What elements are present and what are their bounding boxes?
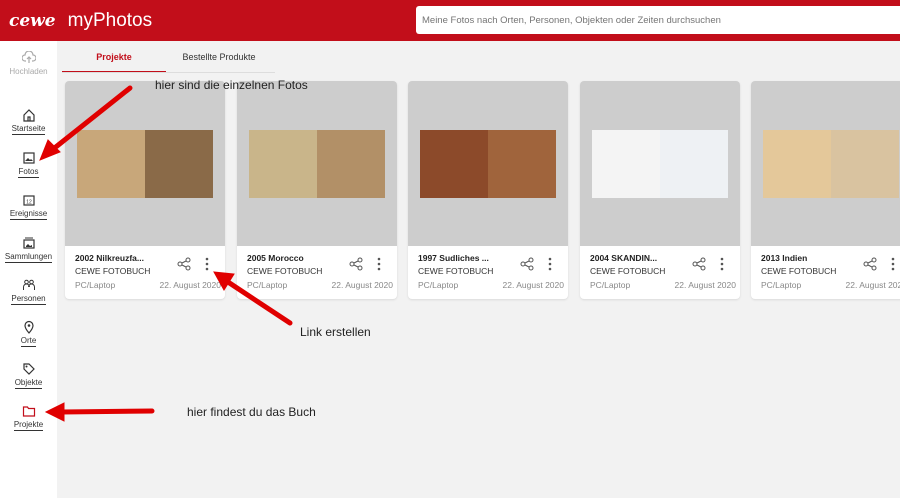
app-header: cewe myPhotos <box>0 0 900 41</box>
sidebar-item-label: Sammlungen <box>4 252 53 263</box>
project-title: 2004 SKANDIN... <box>590 253 658 263</box>
sidebar-item-label: Startseite <box>11 124 46 135</box>
sidebar-item-orte[interactable]: Orte <box>0 320 57 347</box>
sidebar-item-label: Personen <box>11 294 46 305</box>
project-date: 22. August 2020 <box>845 280 900 290</box>
calendar-icon: 12 <box>22 195 35 206</box>
photobook-cover <box>249 130 385 198</box>
sidebar: Hochladen Startseite Fotos 12 Ereignisse … <box>0 41 57 498</box>
project-date: 22. August 2020 <box>502 280 564 290</box>
project-thumbnail[interactable] <box>65 81 225 246</box>
arrow-to-projekte <box>59 408 155 415</box>
svg-text:12: 12 <box>26 200 32 206</box>
share-icon[interactable] <box>520 257 534 271</box>
project-title: 2002 Nilkreuzfa... <box>75 253 144 263</box>
project-title: 2005 Morocco <box>247 253 304 263</box>
project-title: 2013 Indien <box>761 253 808 263</box>
more-options-icon[interactable] <box>203 256 211 272</box>
project-source: PC/Laptop <box>761 280 802 290</box>
upload-button[interactable]: Hochladen <box>0 51 57 76</box>
project-source: PC/Laptop <box>590 280 631 290</box>
tab-bar: Projekte Bestellte Produkte <box>62 45 272 73</box>
sidebar-item-label: Orte <box>20 336 37 347</box>
upload-icon <box>21 51 36 63</box>
sidebar-item-label: Projekte <box>13 420 44 431</box>
sidebar-item-label: Objekte <box>14 378 43 389</box>
project-source: PC/Laptop <box>75 280 116 290</box>
project-card[interactable]: 2002 Nilkreuzfa... CEWE FOTOBUCH PC/Lapt… <box>65 81 225 299</box>
sidebar-item-startseite[interactable]: Startseite <box>0 108 57 135</box>
sidebar-item-ereignisse[interactable]: 12 Ereignisse <box>0 193 57 220</box>
photo-icon <box>22 152 35 164</box>
people-icon <box>22 279 35 290</box>
more-options-icon[interactable] <box>546 256 554 272</box>
project-card[interactable]: 2005 Morocco CEWE FOTOBUCH PC/Laptop 22.… <box>237 81 397 299</box>
home-icon <box>22 109 35 122</box>
tab-divider <box>62 72 275 73</box>
project-title: 1997 Sudliches ... <box>418 253 489 263</box>
photobook-cover <box>77 130 213 198</box>
share-icon[interactable] <box>177 257 191 271</box>
project-thumbnail[interactable] <box>237 81 397 246</box>
photobook-cover <box>763 130 899 198</box>
project-type: CEWE FOTOBUCH <box>761 266 837 276</box>
sidebar-item-projekte[interactable]: Projekte <box>0 404 57 431</box>
share-icon[interactable] <box>692 257 706 271</box>
project-card[interactable]: 2004 SKANDIN... CEWE FOTOBUCH PC/Laptop … <box>580 81 740 299</box>
project-date: 22. August 2020 <box>159 280 221 290</box>
more-options-icon[interactable] <box>375 256 383 272</box>
share-icon[interactable] <box>349 257 363 271</box>
collection-icon <box>22 237 35 249</box>
photobook-cover <box>420 130 556 198</box>
annotation-book: hier findest du das Buch <box>187 405 316 419</box>
annotation-link: Link erstellen <box>300 325 371 339</box>
project-date: 22. August 2020 <box>674 280 736 290</box>
project-type: CEWE FOTOBUCH <box>75 266 151 276</box>
project-card[interactable]: 2013 Indien CEWE FOTOBUCH PC/Laptop 22. … <box>751 81 900 299</box>
more-options-icon[interactable] <box>889 256 897 272</box>
project-date: 22. August 2020 <box>331 280 393 290</box>
sidebar-item-fotos[interactable]: Fotos <box>0 151 57 178</box>
folder-icon <box>22 406 35 417</box>
annotation-photos: hier sind die einzelnen Fotos <box>155 78 308 92</box>
sidebar-item-label: Ereignisse <box>9 209 48 220</box>
search-input[interactable] <box>416 6 900 34</box>
project-source: PC/Laptop <box>247 280 288 290</box>
sidebar-item-label: Fotos <box>18 167 39 178</box>
sidebar-item-personen[interactable]: Personen <box>0 278 57 305</box>
cewe-logo[interactable]: cewe <box>9 11 56 31</box>
more-options-icon[interactable] <box>718 256 726 272</box>
share-icon[interactable] <box>863 257 877 271</box>
sidebar-item-sammlungen[interactable]: Sammlungen <box>0 236 57 263</box>
project-thumbnail[interactable] <box>408 81 568 246</box>
project-source: PC/Laptop <box>418 280 459 290</box>
project-type: CEWE FOTOBUCH <box>418 266 494 276</box>
tab-bestellte-produkte[interactable]: Bestellte Produkte <box>166 45 272 73</box>
sidebar-item-objekte[interactable]: Objekte <box>0 362 57 389</box>
location-icon <box>23 320 34 334</box>
upload-label: Hochladen <box>9 67 48 76</box>
tag-icon <box>22 363 35 375</box>
app-title: myPhotos <box>67 9 153 31</box>
project-card[interactable]: 1997 Sudliches ... CEWE FOTOBUCH PC/Lapt… <box>408 81 568 299</box>
project-type: CEWE FOTOBUCH <box>590 266 666 276</box>
project-type: CEWE FOTOBUCH <box>247 266 323 276</box>
project-thumbnail[interactable] <box>580 81 740 246</box>
project-thumbnail[interactable] <box>751 81 900 246</box>
photobook-cover <box>592 130 728 198</box>
tab-projekte[interactable]: Projekte <box>62 45 166 73</box>
